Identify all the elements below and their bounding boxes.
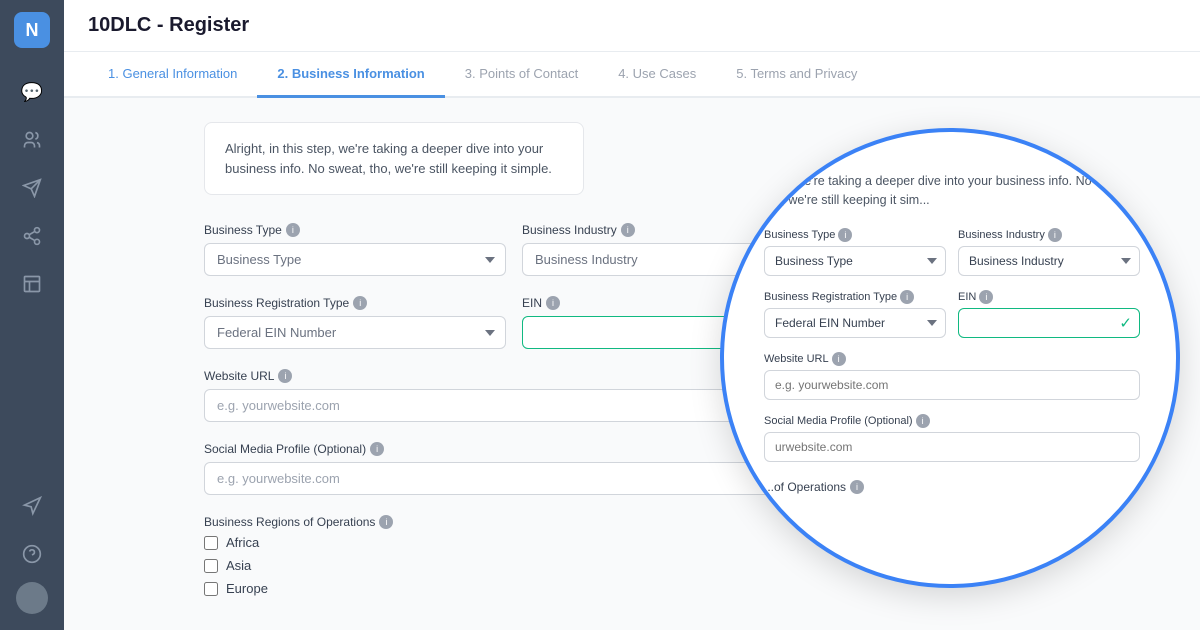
zoom-business-industry-group: Business Industry i Business Industry [958,228,1140,276]
help-icon[interactable] [12,534,52,574]
checkbox-africa: Africa [204,535,824,550]
main-content: 10DLC - Register 1. General Information … [64,0,1200,630]
avatar[interactable] [16,582,48,614]
zoom-business-industry-select[interactable]: Business Industry [958,246,1140,276]
business-reg-type-select[interactable]: Federal EIN Number [204,316,506,349]
social-media-group: Social Media Profile (Optional) i [204,442,824,495]
zoom-social-label: Social Media Profile (Optional) i [764,414,1140,428]
users-icon[interactable] [12,120,52,160]
ein-info-icon[interactable]: i [546,296,560,310]
zoom-ein-input-wrap: 123456789 ✓ [958,308,1140,338]
business-type-group: Business Type i Business Type [204,223,506,276]
form-row-type-industry: Business Type i Business Type Business I… [204,223,824,276]
website-url-info-icon[interactable]: i [278,369,292,383]
send-icon[interactable] [12,168,52,208]
zoom-reg-type-label: Business Registration Type i [764,290,946,304]
zoom-website-info-icon[interactable]: i [832,352,846,366]
zoom-circle-overlay: ...ep, we're taking a deeper dive into y… [720,128,1180,588]
zoom-reg-type-select[interactable]: Federal EIN Number [764,308,946,338]
zoom-website-group: Website URL i [764,352,1140,400]
zoom-row-reg-ein: Business Registration Type i Federal EIN… [764,290,1140,338]
tab-contact[interactable]: 3. Points of Contact [445,52,598,98]
asia-checkbox[interactable] [204,559,218,573]
form-area: Alright, in this step, we're taking a de… [64,98,1200,630]
zoom-ops-info-icon[interactable]: i [850,480,864,494]
building-icon[interactable] [12,264,52,304]
zoom-row-website: Website URL i [764,352,1140,400]
zoom-ein-label: EIN i [958,290,1140,304]
app-logo[interactable]: N [14,12,50,48]
zoom-reg-type-info-icon[interactable]: i [900,290,914,304]
zoom-business-type-info-icon[interactable]: i [838,228,852,242]
zoom-website-label: Website URL i [764,352,1140,366]
business-reg-type-group: Business Registration Type i Federal EIN… [204,296,506,349]
zoom-website-input[interactable] [764,370,1140,400]
zoom-info-text: ...ep, we're taking a deeper dive into y… [764,172,1140,210]
zoom-row-social: Social Media Profile (Optional) i [764,414,1140,462]
africa-checkbox[interactable] [204,536,218,550]
business-reg-type-label: Business Registration Type i [204,296,506,310]
zoom-business-type-label: Business Type i [764,228,946,242]
zoom-ops-label: ...of Operations i [764,480,1140,494]
zoom-ein-check-icon: ✓ [1119,314,1132,332]
social-media-info-icon[interactable]: i [370,442,384,456]
zoom-social-group: Social Media Profile (Optional) i [764,414,1140,462]
business-type-info-icon[interactable]: i [286,223,300,237]
zoom-business-type-select[interactable]: Business Type [764,246,946,276]
tab-general[interactable]: 1. General Information [88,52,257,98]
tab-terms[interactable]: 5. Terms and Privacy [716,52,877,98]
sidebar: N 💬 [0,0,64,630]
share-icon[interactable] [12,216,52,256]
tab-business[interactable]: 2. Business Information [257,52,444,98]
regions-group: Business Regions of Operations i Africa … [204,515,824,596]
form-row-social: Social Media Profile (Optional) i [204,442,824,495]
page-header: 10DLC - Register [64,0,1200,52]
megaphone-icon[interactable] [12,486,52,526]
zoom-ein-info-icon[interactable]: i [979,290,993,304]
zoom-business-industry-label: Business Industry i [958,228,1140,242]
europe-checkbox[interactable] [204,582,218,596]
checkbox-asia: Asia [204,558,824,573]
zoom-row-type-industry: Business Type i Business Type Business I… [764,228,1140,276]
zoom-social-info-icon[interactable]: i [916,414,930,428]
business-reg-type-info-icon[interactable]: i [353,296,367,310]
tab-usecases[interactable]: 4. Use Cases [598,52,716,98]
business-industry-info-icon[interactable]: i [621,223,635,237]
zoom-social-input[interactable] [764,432,1140,462]
zoom-ein-group: EIN i 123456789 ✓ [958,290,1140,338]
tabs-bar: 1. General Information 2. Business Infor… [64,52,1200,98]
chat-icon[interactable]: 💬 [12,72,52,112]
regions-info-icon[interactable]: i [379,515,393,529]
social-media-label: Social Media Profile (Optional) i [204,442,824,456]
zoom-ein-input[interactable]: 123456789 [958,308,1140,338]
business-type-label: Business Type i [204,223,506,237]
regions-label: Business Regions of Operations i [204,515,824,529]
checkbox-europe: Europe [204,581,824,596]
zoom-business-type-group: Business Type i Business Type [764,228,946,276]
social-media-input[interactable] [204,462,824,495]
zoom-business-industry-info-icon[interactable]: i [1048,228,1062,242]
business-type-select[interactable]: Business Type [204,243,506,276]
info-box: Alright, in this step, we're taking a de… [204,122,584,195]
page-title: 10DLC - Register [88,14,249,36]
zoom-reg-type-group: Business Registration Type i Federal EIN… [764,290,946,338]
